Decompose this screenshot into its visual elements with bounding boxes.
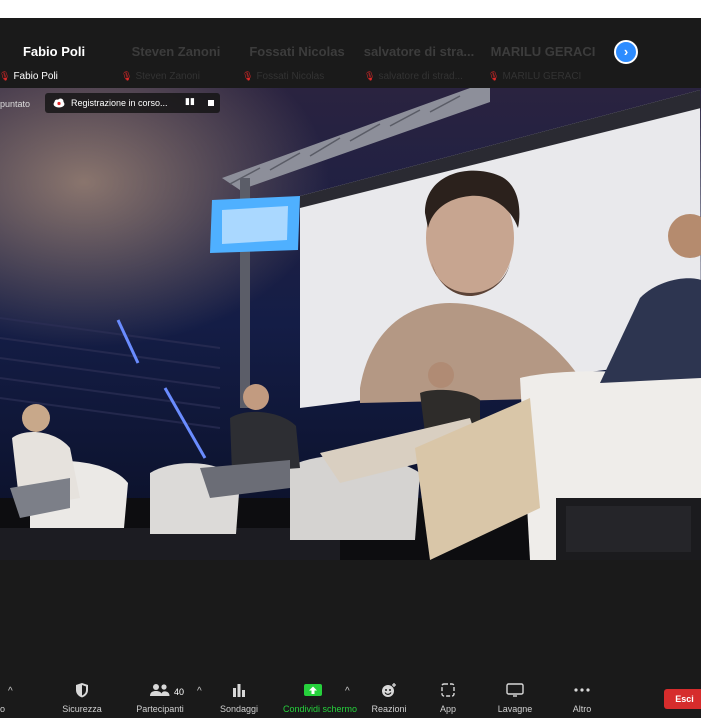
top-bar [0, 0, 701, 18]
reactions-button[interactable]: Reazioni [371, 670, 407, 718]
participants-icon [150, 684, 170, 696]
leave-button[interactable]: Esci [664, 689, 701, 709]
stop-recording-button[interactable] [208, 100, 214, 106]
security-button[interactable]: Sicurezza [62, 670, 102, 718]
share-screen-label: Condividi schermo [283, 704, 358, 714]
cloud-recording-icon [53, 98, 65, 108]
participant-label: 🎙 Steven Zanoni [121, 71, 200, 82]
participant-label: 🎙 MARILU GERACI [488, 71, 582, 82]
emoji-icon [382, 683, 396, 697]
apps-button[interactable]: App [438, 670, 458, 718]
mic-muted-icon: 🎙 [488, 71, 500, 81]
participant-tile[interactable]: Steven Zanoni 🎙 Steven Zanoni [117, 18, 235, 88]
meeting-toolbar: eo ^ Sicurezza Partecipanti 40 ^ Sondagg… [0, 670, 701, 718]
video-label: eo [0, 704, 5, 714]
share-screen-button[interactable]: Condividi schermo [283, 670, 357, 718]
pinned-label: puntato [0, 99, 31, 109]
mic-muted-icon: 🎙 [364, 71, 376, 81]
participant-name: Fabio Poli [22, 44, 86, 59]
pause-recording-button[interactable]: ▮▮ [185, 96, 195, 107]
stage-video-image [0, 88, 701, 560]
participant-label: 🎙 salvatore di strad... [364, 71, 463, 82]
recording-status: Registrazione in corso... [71, 98, 168, 108]
participants-label: Partecipanti [136, 704, 184, 714]
participants-count: 40 [174, 687, 185, 697]
video-options-caret[interactable]: ^ [8, 686, 13, 697]
participant-strip: Fabio Poli 🎙 Fabio Poli Steven Zanoni 🎙 St… [0, 18, 701, 88]
video-area-background [0, 560, 701, 670]
view-button[interactable]: ▦ Vis [677, 6, 700, 17]
whiteboards-button[interactable]: Lavagne [498, 670, 532, 718]
participant-label: 🎙 Fabio Poli [0, 71, 58, 82]
apps-icon [441, 683, 455, 697]
participant-tile[interactable]: Fabio Poli 🎙 Fabio Poli [0, 18, 113, 88]
bar-chart-icon [233, 684, 245, 697]
polls-button[interactable]: Sondaggi [220, 670, 258, 718]
participant-tile[interactable]: Fossati Nicolas 🎙 Fossati Nicolas [238, 18, 356, 88]
participant-tile[interactable]: salvatore di stra... 🎙 salvatore di strad… [360, 18, 478, 88]
whiteboard-icon [506, 683, 524, 697]
recording-indicator: Registrazione in corso... ▮▮ [45, 93, 220, 113]
next-page-button[interactable]: › [614, 40, 638, 64]
mic-muted-icon: 🎙 [121, 71, 133, 81]
participants-options-caret[interactable]: ^ [197, 686, 202, 697]
whiteboards-label: Lavagne [497, 704, 533, 714]
ellipsis-icon [574, 688, 590, 692]
polls-label: Sondaggi [219, 704, 259, 714]
participant-name: Steven Zanoni [131, 44, 221, 59]
participant-tile[interactable]: MARILU GERACI 🎙 MARILU GERACI [484, 18, 602, 88]
shield-icon [76, 683, 88, 698]
main-video [0, 88, 701, 560]
participants-button[interactable]: Partecipanti [136, 670, 184, 718]
security-label: Sicurezza [62, 704, 102, 714]
mic-muted-icon: 🎙 [242, 71, 254, 81]
participant-name: MARILU GERACI [490, 44, 596, 59]
more-label: Altro [572, 704, 592, 714]
chevron-right-icon: › [623, 44, 629, 59]
apps-label: App [439, 704, 456, 714]
grid-icon: ▦ [677, 6, 686, 16]
share-screen-icon [304, 684, 322, 696]
reactions-label: Reazioni [371, 704, 407, 714]
more-button[interactable]: Altro [572, 670, 592, 718]
mic-muted-icon: 🎙 [0, 71, 11, 81]
share-options-caret[interactable]: ^ [345, 686, 350, 697]
participant-name: salvatore di stra... [363, 44, 475, 59]
participant-label: 🎙 Fossati Nicolas [242, 71, 325, 82]
view-button-label: Vis [688, 6, 701, 16]
participant-name: Fossati Nicolas [249, 44, 345, 59]
